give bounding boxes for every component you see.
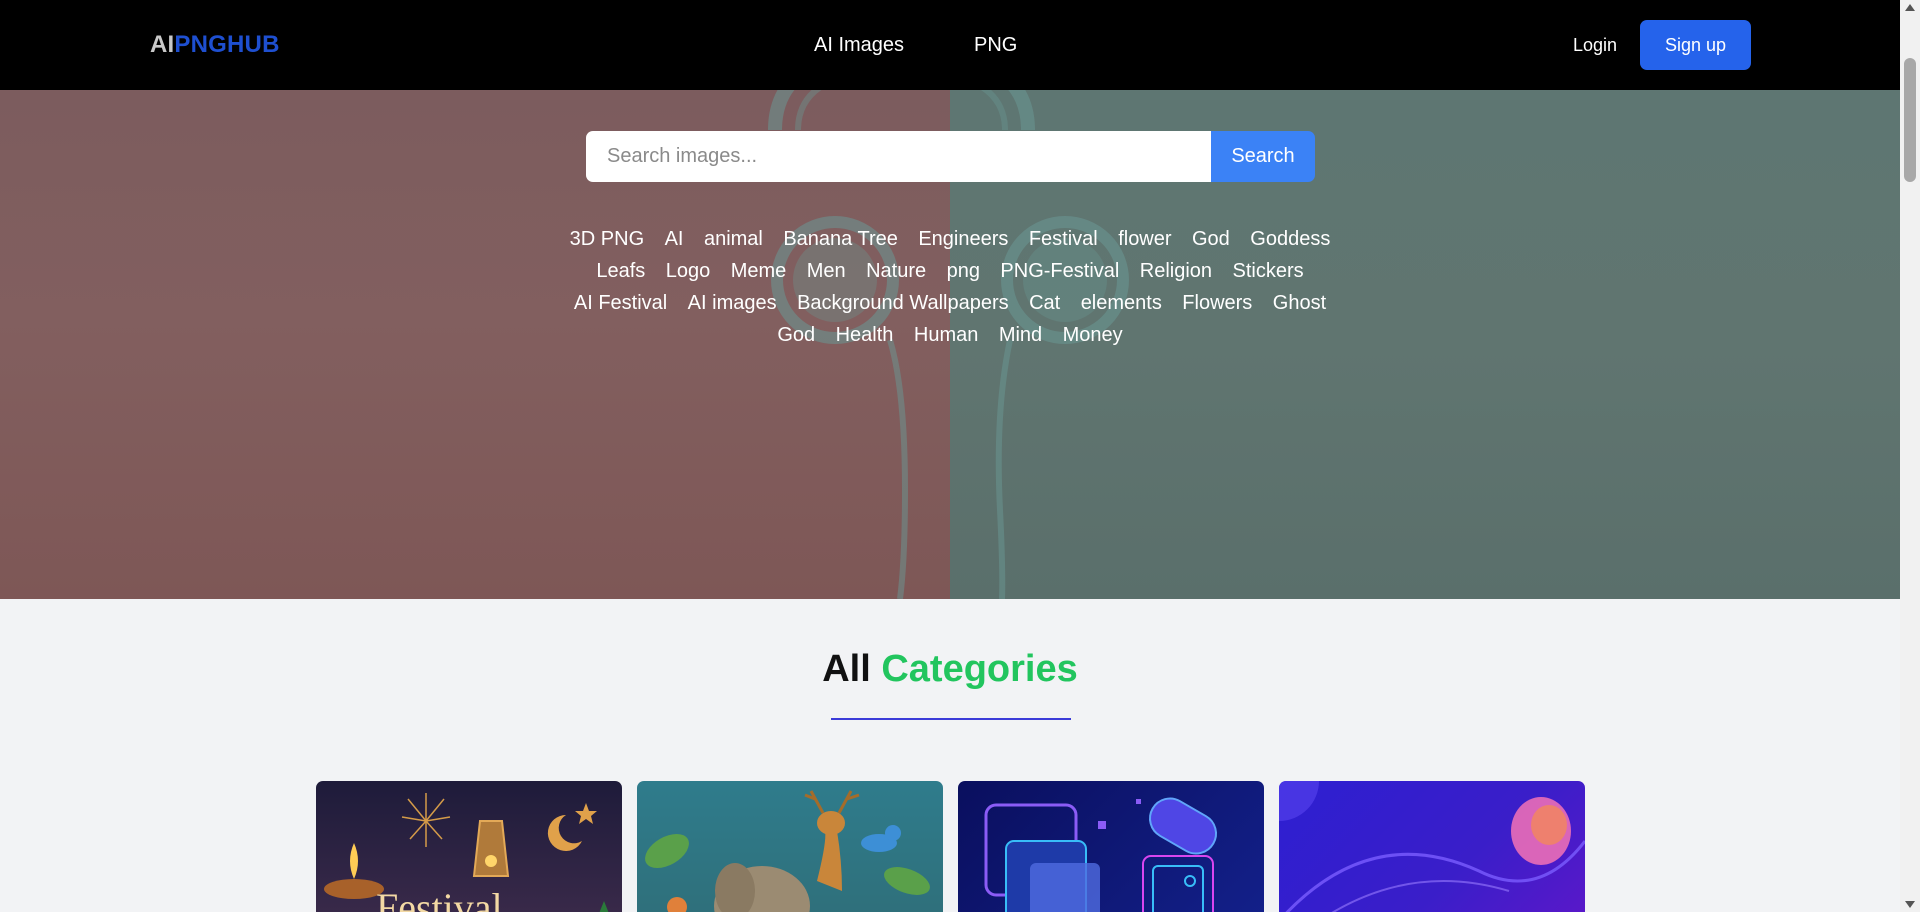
logo-text-pnghub: PNGHUB xyxy=(174,31,280,58)
background-card-image xyxy=(1279,781,1585,912)
tag-flower[interactable]: flower xyxy=(1118,224,1171,254)
nav-png[interactable]: PNG xyxy=(974,34,1017,57)
tag-png-festival[interactable]: PNG-Festival xyxy=(1000,256,1119,286)
tag-ai-festival[interactable]: AI Festival xyxy=(574,288,667,318)
page-scrollbar[interactable] xyxy=(1900,0,1920,912)
festival-card-image: Festival xyxy=(324,793,609,912)
category-card-background[interactable] xyxy=(1279,781,1585,912)
hero-banner: Search 3D PNG AI animal Banana Tree Engi… xyxy=(0,90,1900,599)
tag-meme[interactable]: Meme xyxy=(731,256,787,286)
categories-heading: All Categories xyxy=(0,648,1900,691)
tag-health[interactable]: Health xyxy=(836,320,894,350)
tag-nature[interactable]: Nature xyxy=(866,256,926,286)
tag-flowers[interactable]: Flowers xyxy=(1182,288,1252,318)
tag-money[interactable]: Money xyxy=(1063,320,1123,350)
category-card-animal[interactable] xyxy=(637,781,943,912)
tag-logo[interactable]: Logo xyxy=(666,256,711,286)
tag-religion[interactable]: Religion xyxy=(1140,256,1212,286)
tag-goddess[interactable]: Goddess xyxy=(1250,224,1330,254)
tag-3d-png[interactable]: 3D PNG xyxy=(570,224,644,254)
tag-ai[interactable]: AI xyxy=(665,224,684,254)
tag-mind[interactable]: Mind xyxy=(999,320,1042,350)
tag-leafs[interactable]: Leafs xyxy=(596,256,645,286)
tag-png[interactable]: png xyxy=(947,256,980,286)
tag-engineers[interactable]: Engineers xyxy=(918,224,1008,254)
login-link[interactable]: Login xyxy=(1573,35,1617,56)
tag-god[interactable]: God xyxy=(1192,224,1230,254)
popular-tags: 3D PNG AI animal Banana Tree Engineers F… xyxy=(560,224,1340,352)
scrollbar-thumb[interactable] xyxy=(1904,58,1916,182)
tag-ai-images[interactable]: AI images xyxy=(688,288,777,318)
tag-men[interactable]: Men xyxy=(807,256,846,286)
nav-ai-images[interactable]: AI Images xyxy=(814,34,904,57)
scroll-down-arrow-icon[interactable] xyxy=(1905,901,1915,908)
tag-festival[interactable]: Festival xyxy=(1029,224,1098,254)
logo-text-ai: AI xyxy=(150,31,175,58)
tag-cat[interactable]: Cat xyxy=(1029,288,1060,318)
tag-background-wallpapers[interactable]: Background Wallpapers xyxy=(797,288,1009,318)
top-navbar: AIPNGHUB AI Images PNG Login Sign up xyxy=(0,0,1900,90)
tag-god-2[interactable]: God xyxy=(777,320,815,350)
tag-stickers[interactable]: Stickers xyxy=(1233,256,1304,286)
png-card-image xyxy=(984,797,1217,912)
scroll-up-arrow-icon[interactable] xyxy=(1905,4,1915,11)
category-card-festival[interactable]: Festival xyxy=(316,781,622,912)
search-input[interactable] xyxy=(586,131,1211,182)
categories-heading-part1: All xyxy=(822,648,871,690)
tag-ghost[interactable]: Ghost xyxy=(1273,288,1326,318)
category-card-png[interactable] xyxy=(958,781,1264,912)
heading-underline xyxy=(831,718,1071,720)
tag-animal[interactable]: animal xyxy=(704,224,763,254)
animal-card-image xyxy=(645,790,930,912)
tag-elements[interactable]: elements xyxy=(1081,288,1162,318)
tag-banana-tree[interactable]: Banana Tree xyxy=(783,224,898,254)
tag-human[interactable]: Human xyxy=(914,320,978,350)
site-logo[interactable]: AIPNGHUB xyxy=(150,31,280,59)
search-button[interactable]: Search xyxy=(1211,131,1315,182)
categories-heading-part2: Categories xyxy=(881,648,1078,690)
signup-button[interactable]: Sign up xyxy=(1640,20,1751,70)
svg-text:Festival: Festival xyxy=(376,885,503,912)
